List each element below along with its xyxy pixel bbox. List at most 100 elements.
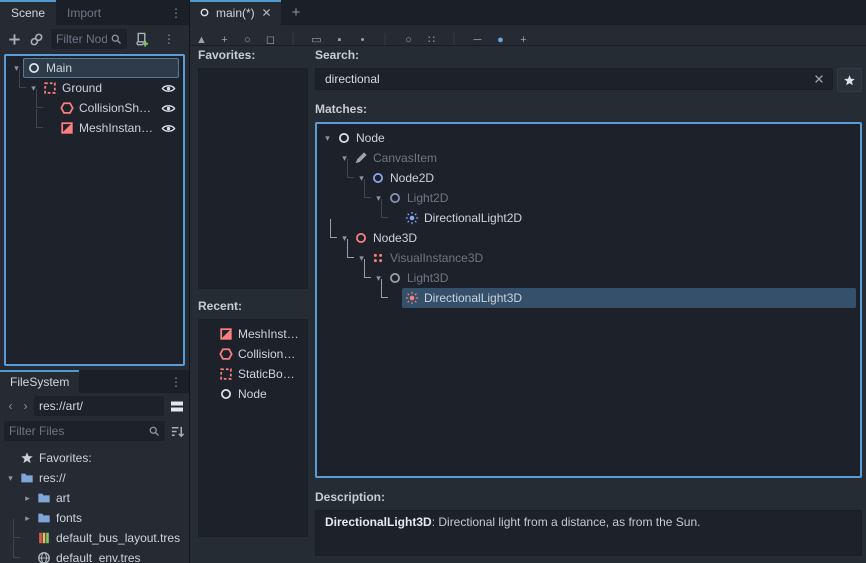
add-node-icon[interactable] [7, 32, 22, 47]
chevron-right-icon[interactable]: ▸ [21, 493, 34, 504]
tree-item-fonts[interactable]: ▸fonts [0, 508, 189, 528]
toggle-split-mode-icon[interactable] [169, 398, 185, 414]
tree-item-label: Node2D [390, 171, 434, 185]
tree-item-node[interactable]: ▾Node [317, 128, 860, 148]
light-3d-icon [388, 271, 402, 285]
tree-item-node2d[interactable]: ▾Node2D [317, 168, 860, 188]
tree-item-main[interactable]: ▾Main [6, 58, 183, 78]
top-tab-strip: Scene Import ⋮ main(*) + [0, 0, 866, 25]
tree-item-meshinstance3d[interactable]: MeshInstance3d [6, 118, 183, 138]
row-content: Light3D [385, 268, 856, 288]
row-content: art [34, 488, 185, 508]
tree-item-ground[interactable]: ▾Ground [6, 78, 183, 98]
favorites-list[interactable] [198, 68, 308, 289]
tree-item-label: CanvasItem [373, 151, 437, 165]
path-field[interactable] [39, 399, 159, 413]
row-content: StaticBody3D [216, 364, 303, 384]
add-scene-button[interactable]: + [281, 0, 312, 25]
folder-icon [37, 491, 51, 505]
mesh-instance-3d-icon [60, 121, 74, 135]
tree-item-light3d[interactable]: ▾Light3D [317, 268, 860, 288]
visual-instance-3d-icon [371, 251, 385, 265]
tree-guide-line [7, 548, 21, 563]
visibility-eye-icon[interactable] [161, 81, 176, 96]
godot-editor-window: Scene Import ⋮ main(*) + ⋮ [0, 0, 866, 563]
indent-spacer [321, 188, 358, 208]
tree-item-visualinstance3d[interactable]: ▾VisualInstance3D [317, 248, 860, 268]
search-input[interactable] [315, 68, 833, 90]
tree-item-meshinstance3d[interactable]: MeshInstance3D [199, 324, 307, 344]
collision-shape-3d-icon [60, 101, 74, 115]
tab-import[interactable]: Import [56, 0, 112, 25]
tree-item-art[interactable]: ▸ art [0, 488, 189, 508]
row-content: CollisionShape3D [216, 344, 303, 364]
tree-item-staticbody3d[interactable]: StaticBody3D [199, 364, 307, 384]
close-icon[interactable] [261, 7, 272, 18]
recent-label: Recent: [198, 299, 308, 315]
chevron-down-icon[interactable]: ▾ [4, 473, 17, 484]
search-field[interactable] [323, 71, 809, 87]
tree-item-node3d[interactable]: ▾Node3D [317, 228, 860, 248]
dock-menu-icon[interactable]: ⋮ [163, 0, 189, 25]
tree-item-label: res:// [39, 471, 66, 485]
row-content: MeshInstance3D [216, 324, 303, 344]
favorite-toggle-button[interactable] [837, 68, 862, 92]
star-icon [843, 74, 856, 87]
filter-node-field[interactable] [56, 32, 107, 46]
clear-search-icon[interactable] [813, 73, 825, 85]
chevron-right-icon[interactable]: ▸ [21, 513, 34, 524]
scene-dock-menu-icon[interactable]: ⋮ [156, 32, 182, 46]
environment-icon [37, 551, 51, 563]
tree-item-label: VisualInstance3D [390, 251, 483, 265]
nav-back-icon[interactable]: ‹ [4, 399, 17, 413]
row-content: default_env.tres [34, 548, 185, 563]
tree-item-light2d[interactable]: ▾Light2D [317, 188, 860, 208]
scene-tab-main[interactable]: main(*) [190, 0, 281, 25]
tree-item-favorites[interactable]: Favorites: [0, 448, 189, 468]
tree-guide-line [30, 118, 44, 138]
tree-item-collisionshape3d[interactable]: CollisionShape3D [199, 344, 307, 364]
tree-item-label: art [56, 491, 70, 505]
static-body-3d-icon [219, 367, 233, 381]
tab-filesystem[interactable]: FileSystem [0, 370, 79, 393]
recent-list: MeshInstance3DCollisionShape3DStaticBody… [198, 319, 308, 537]
scene-dock-toolbar: ⋮ [0, 25, 189, 53]
tree-item-default-env-tres[interactable]: default_env.tres [0, 548, 189, 563]
path-input[interactable] [34, 396, 164, 416]
filesystem-menu-icon[interactable]: ⋮ [163, 370, 189, 393]
search-icon [110, 33, 122, 45]
tree-item-node[interactable]: Node [199, 384, 307, 404]
visibility-eye-icon[interactable] [161, 121, 176, 136]
tree-item-label: Main [46, 61, 72, 75]
toolbar-icon-fragment: ◻ [259, 33, 282, 46]
row-content: Light2D [385, 188, 856, 208]
indent-spacer [321, 248, 341, 268]
tree-item-res[interactable]: ▾ res:// [0, 468, 189, 488]
filter-files-field[interactable] [9, 424, 145, 438]
chevron-down-icon[interactable]: ▾ [321, 133, 334, 144]
attach-script-icon[interactable] [134, 32, 149, 47]
visibility-eye-icon[interactable] [161, 101, 176, 116]
tree-guide-line [13, 78, 27, 98]
sort-files-icon[interactable] [170, 424, 185, 439]
toolbar-icon-fragment: ▪ [328, 34, 351, 46]
toolbar-icon-fragment: │ [282, 34, 305, 46]
tree-item-collisionshape3d[interactable]: CollisionShape3d [6, 98, 183, 118]
node-icon [219, 387, 233, 401]
tree-item-directionallight2d[interactable]: DirectionalLight2D [317, 208, 860, 228]
filter-files-input[interactable] [4, 421, 165, 441]
mesh-instance-3d-icon [219, 327, 233, 341]
filter-node-input[interactable] [51, 29, 127, 49]
instance-scene-link-icon[interactable] [29, 32, 44, 47]
tree-item-canvasitem[interactable]: ▾CanvasItem [317, 148, 860, 168]
tree-guide-line [324, 228, 338, 248]
tree-item-label: Node3D [373, 231, 417, 245]
row-content: Ground [40, 78, 179, 98]
tree-item-directionallight3d[interactable]: DirectionalLight3D [317, 288, 860, 308]
indent-spacer [321, 148, 338, 168]
node-icon [337, 131, 351, 145]
description-label: Description: [315, 490, 862, 506]
nav-forward-icon[interactable]: › [19, 399, 32, 413]
tab-scene[interactable]: Scene [0, 0, 56, 25]
tree-item-default-bus-layout-tres[interactable]: default_bus_layout.tres [0, 528, 189, 548]
